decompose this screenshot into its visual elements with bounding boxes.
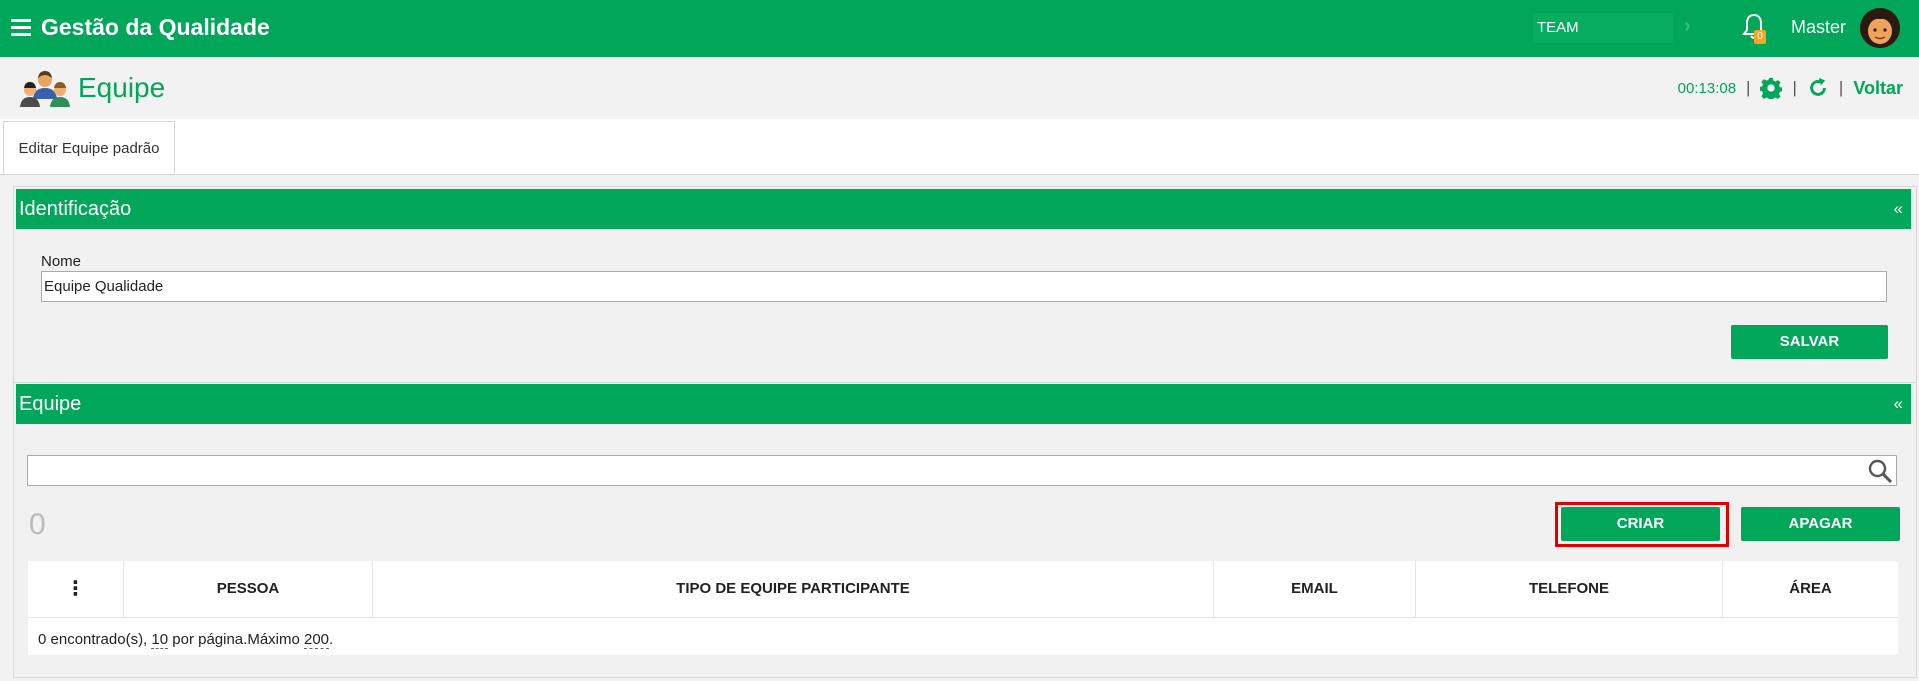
per-page-text: por página.Máximo bbox=[168, 631, 304, 648]
content-panel: Identificação « Nome SALVAR Equipe « 0 C… bbox=[13, 186, 1917, 678]
top-bar: Gestão da Qualidade TEAM › 0 Master bbox=[0, 0, 1919, 57]
tabs-row: Editar Equipe padrão bbox=[0, 119, 1919, 175]
notification-badge: 0 bbox=[1754, 30, 1766, 44]
separator: | bbox=[1838, 78, 1844, 97]
section-team-header[interactable]: Equipe « bbox=[16, 384, 1911, 424]
user-avatar[interactable] bbox=[1860, 8, 1900, 48]
tab-edit-team[interactable]: Editar Equipe padrão bbox=[3, 121, 175, 174]
search-icon[interactable] bbox=[1867, 458, 1893, 484]
footer-end: . bbox=[329, 631, 334, 648]
kebab-icon[interactable]: ⋮ bbox=[28, 561, 124, 617]
menu-icon[interactable] bbox=[11, 19, 31, 36]
record-count: 0 bbox=[29, 508, 46, 541]
name-input[interactable] bbox=[41, 271, 1887, 302]
section-title: Identificação bbox=[19, 198, 132, 220]
delete-button[interactable]: APAGAR bbox=[1741, 507, 1900, 541]
page-header: Equipe 00:13:08 | | | Voltar bbox=[0, 57, 1919, 119]
name-label: Nome bbox=[41, 253, 82, 270]
section-title: Equipe bbox=[19, 393, 82, 415]
back-link[interactable]: Voltar bbox=[1853, 78, 1903, 99]
people-icon bbox=[20, 71, 70, 107]
search-input[interactable] bbox=[27, 455, 1897, 486]
divider bbox=[14, 382, 1916, 383]
user-name[interactable]: Master bbox=[1791, 17, 1846, 38]
column-header-email[interactable]: EMAIL bbox=[1214, 561, 1416, 617]
collapse-icon[interactable]: « bbox=[1894, 189, 1903, 229]
team-selector[interactable]: TEAM bbox=[1533, 13, 1673, 43]
page-title: Equipe bbox=[78, 72, 166, 103]
table-footer: 0 encontrado(s), 10 por página.Máximo 20… bbox=[38, 631, 334, 649]
table-header: ⋮ PESSOA TIPO DE EQUIPE PARTICIPANTE EMA… bbox=[28, 561, 1898, 618]
separator: | bbox=[1792, 78, 1797, 97]
max-selector[interactable]: 200 bbox=[304, 631, 330, 649]
column-header-telefone[interactable]: TELEFONE bbox=[1416, 561, 1723, 617]
found-text: 0 encontrado(s), bbox=[38, 631, 152, 648]
avatar-face-icon bbox=[1860, 8, 1900, 48]
save-button[interactable]: SALVAR bbox=[1731, 325, 1888, 359]
collapse-icon[interactable]: « bbox=[1894, 384, 1903, 424]
column-header-area[interactable]: ÁREA bbox=[1723, 561, 1898, 617]
notifications-button[interactable]: 0 bbox=[1742, 13, 1768, 44]
refresh-icon[interactable] bbox=[1807, 77, 1829, 99]
chevron-right-icon[interactable]: › bbox=[1684, 15, 1691, 38]
column-header-tipo[interactable]: TIPO DE EQUIPE PARTICIPANTE bbox=[373, 561, 1214, 617]
per-page-selector[interactable]: 10 bbox=[151, 631, 169, 649]
app-title: Gestão da Qualidade bbox=[41, 14, 270, 40]
separator: | bbox=[1746, 78, 1751, 97]
section-identification-header[interactable]: Identificação « bbox=[16, 189, 1911, 229]
session-timer: 00:13:08 bbox=[1677, 79, 1737, 97]
header-actions: 00:13:08 | | | Voltar bbox=[1678, 77, 1903, 99]
create-button[interactable]: CRIAR bbox=[1561, 507, 1720, 541]
gear-icon[interactable] bbox=[1760, 77, 1783, 99]
team-table: ⋮ PESSOA TIPO DE EQUIPE PARTICIPANTE EMA… bbox=[28, 561, 1898, 655]
column-header-pessoa[interactable]: PESSOA bbox=[124, 561, 373, 617]
